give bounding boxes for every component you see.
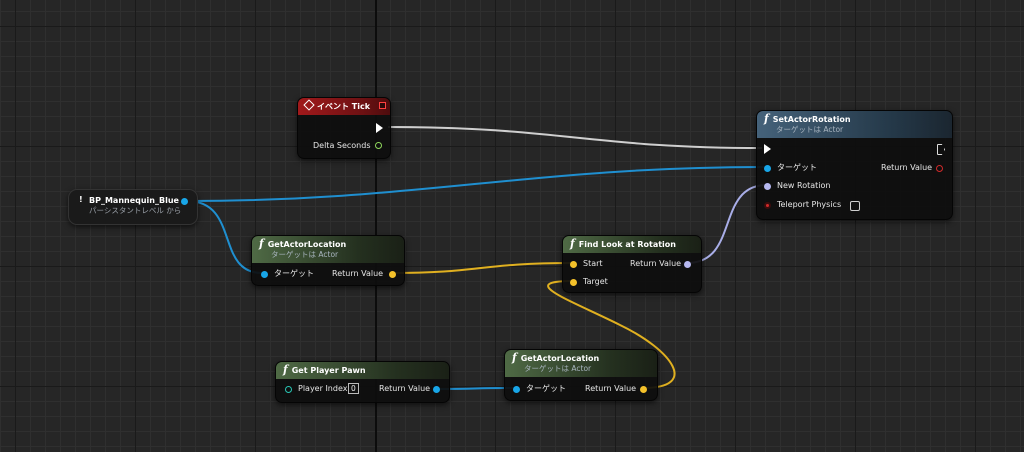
target-pin[interactable] bbox=[764, 165, 771, 172]
find-look-return-label: Return Value bbox=[630, 259, 682, 268]
teleport-physics-label: Teleport Physics bbox=[777, 200, 842, 209]
bp-mannequin-subtitle: パーシスタントレベル から bbox=[89, 206, 182, 215]
exec-wire bbox=[387, 126, 763, 149]
variable-exclamation-icon: ! bbox=[79, 195, 83, 204]
target-vector-label: Target bbox=[583, 277, 608, 286]
find-look-at-rotation-title: Find Look at Rotation bbox=[578, 240, 676, 249]
get-player-pawn-return-pin[interactable] bbox=[433, 386, 440, 393]
event-diamond-icon bbox=[303, 99, 315, 111]
get-actor-location-target-pin[interactable] bbox=[261, 271, 268, 278]
player-index-label: Player Index bbox=[298, 384, 348, 393]
find-look-at-rotation-node[interactable]: f Find Look at Rotation Start Return Valu… bbox=[562, 235, 702, 293]
set-actor-rotation-title: SetActorRotation bbox=[772, 115, 851, 124]
get-player-pawn-return-label: Return Value bbox=[379, 384, 431, 393]
get-actor-location-target-label: ターゲット bbox=[274, 269, 314, 278]
object-wire-target bbox=[186, 166, 766, 202]
function-icon: f bbox=[764, 112, 769, 125]
get-player-pawn-title: Get Player Pawn bbox=[291, 366, 366, 375]
event-tick-header[interactable]: イベント Tick bbox=[298, 98, 390, 115]
function-icon: f bbox=[570, 237, 575, 250]
event-tick-output-delegate-icon[interactable] bbox=[379, 102, 386, 109]
bp-mannequin-title: BP_Mannequin_Blue bbox=[89, 196, 179, 205]
bp-mannequin-node[interactable]: ! BP_Mannequin_Blue パーシスタントレベル から bbox=[68, 189, 198, 225]
get-actor-location-header[interactable]: f GetActorLocation ターゲットは Actor bbox=[252, 236, 404, 263]
function-icon: f bbox=[259, 237, 264, 250]
bp-mannequin-output-pin[interactable] bbox=[181, 198, 188, 205]
set-actor-rotation-header[interactable]: f SetActorRotation ターゲットは Actor bbox=[757, 111, 952, 138]
blueprint-graph[interactable]: イベント Tick Delta Seconds f SetActorRotatio… bbox=[0, 0, 1024, 452]
event-tick-exec-out-pin[interactable] bbox=[376, 123, 383, 133]
get-actor-location-title: GetActorLocation bbox=[267, 240, 347, 249]
new-rotation-label: New Rotation bbox=[777, 181, 831, 190]
get-actor-location-2-target-label: ターゲット bbox=[526, 384, 566, 393]
target-label: ターゲット bbox=[777, 163, 817, 172]
get-actor-location-subtitle: ターゲットは Actor bbox=[271, 250, 339, 259]
teleport-physics-checkbox[interactable] bbox=[850, 201, 860, 211]
teleport-physics-pin[interactable] bbox=[764, 202, 771, 209]
event-tick-title: イベント Tick bbox=[317, 102, 371, 111]
return-value-label: Return Value bbox=[881, 163, 933, 172]
get-actor-location-2-subtitle: ターゲットは Actor bbox=[524, 364, 592, 373]
delta-seconds-pin[interactable] bbox=[375, 142, 382, 149]
get-player-pawn-header[interactable]: f Get Player Pawn bbox=[276, 362, 449, 379]
find-look-return-pin[interactable] bbox=[684, 261, 691, 268]
set-actor-rotation-exec-out-pin[interactable] bbox=[937, 144, 945, 155]
function-icon: f bbox=[283, 363, 288, 376]
start-label: Start bbox=[583, 259, 603, 268]
get-actor-location-return-pin[interactable] bbox=[389, 271, 396, 278]
target-vector-pin[interactable] bbox=[570, 279, 577, 286]
function-icon: f bbox=[512, 351, 517, 364]
get-actor-location-2-node[interactable]: f GetActorLocation ターゲットは Actor ターゲット Ret… bbox=[504, 349, 658, 401]
get-actor-location-2-header[interactable]: f GetActorLocation ターゲットは Actor bbox=[505, 350, 657, 377]
get-actor-location-return-label: Return Value bbox=[332, 269, 384, 278]
new-rotation-pin[interactable] bbox=[764, 183, 771, 190]
set-actor-rotation-subtitle: ターゲットは Actor bbox=[776, 125, 844, 134]
start-pin[interactable] bbox=[570, 261, 577, 268]
set-actor-rotation-exec-in-pin[interactable] bbox=[764, 144, 771, 154]
get-player-pawn-node[interactable]: f Get Player Pawn Player Index 0 Return V… bbox=[275, 361, 450, 403]
get-actor-location-2-target-pin[interactable] bbox=[513, 386, 520, 393]
return-value-pin[interactable] bbox=[936, 165, 943, 172]
get-actor-location-2-return-label: Return Value bbox=[585, 384, 637, 393]
event-tick-node[interactable]: イベント Tick Delta Seconds bbox=[297, 97, 391, 159]
player-index-pin[interactable] bbox=[285, 386, 292, 393]
find-look-at-rotation-header[interactable]: f Find Look at Rotation bbox=[563, 236, 701, 253]
delta-seconds-label: Delta Seconds bbox=[313, 141, 371, 150]
set-actor-rotation-node[interactable]: f SetActorRotation ターゲットは Actor ターゲット Ret… bbox=[756, 110, 953, 220]
vector-wire-start bbox=[391, 262, 574, 274]
get-actor-location-2-title: GetActorLocation bbox=[520, 354, 600, 363]
player-index-input[interactable]: 0 bbox=[348, 383, 359, 394]
get-actor-location-2-return-pin[interactable] bbox=[640, 386, 647, 393]
get-actor-location-node[interactable]: f GetActorLocation ターゲットは Actor ターゲット Ret… bbox=[251, 235, 405, 286]
